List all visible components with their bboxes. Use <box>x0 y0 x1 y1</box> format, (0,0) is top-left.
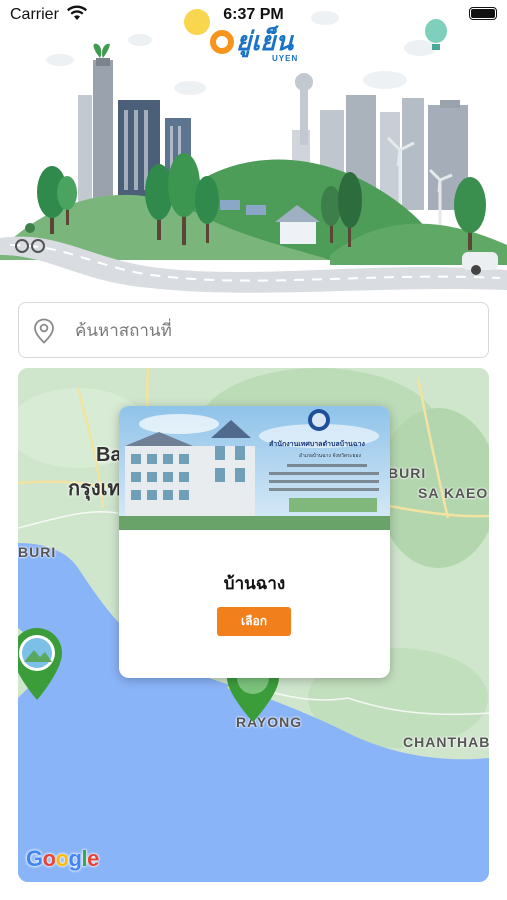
select-button[interactable]: เลือก <box>217 607 291 636</box>
clock: 6:37 PM <box>223 6 284 23</box>
google-letter: g <box>68 846 82 871</box>
banner-subtitle: อำเภอบ้านฉาง จังหวัดระยอง <box>299 452 361 459</box>
location-pin-icon <box>33 318 55 349</box>
map-label-bangkok-th: กรุงเท <box>68 478 121 500</box>
status-bar: Carrier 6:37 PM <box>0 0 507 30</box>
map-label-bangkok-en: Ba <box>96 444 122 466</box>
google-letter: o <box>42 846 56 871</box>
google-letter: o <box>55 846 69 871</box>
banner-title: สำนักงานเทศบาลตำบลบ้านฉาง <box>269 439 366 448</box>
search-bar[interactable] <box>18 302 489 359</box>
place-photo: สำนักงานเทศบาลตำบลบ้านฉาง อำเภอบ้านฉาง จ… <box>119 406 390 530</box>
map-label-buri-left: BURI <box>18 544 57 560</box>
app-logo: ยู่เย็น UYEN <box>210 24 297 64</box>
place-popup-card[interactable]: สำนักงานเทศบาลตำบลบ้านฉาง อำเภอบ้านฉาง จ… <box>119 406 390 678</box>
logo-subtext: UYEN <box>272 54 299 63</box>
search-input[interactable] <box>73 303 478 359</box>
map-label-buri-top: BURI <box>388 465 427 481</box>
logo-mark-icon <box>210 30 234 54</box>
google-letter: e <box>87 846 99 871</box>
map-view[interactable]: Ba กรุงเท BURI SA KAEO BURI RAYONG CHANT… <box>18 368 489 882</box>
google-letter: G <box>26 846 43 871</box>
map-label-chanthaburi: CHANTHAB <box>403 734 489 750</box>
battery-icon <box>469 7 497 20</box>
place-name: บ้านฉาง <box>223 574 286 593</box>
map-label-sa-kaeo: SA KAEO <box>418 485 489 501</box>
google-logo: Google <box>26 846 99 872</box>
